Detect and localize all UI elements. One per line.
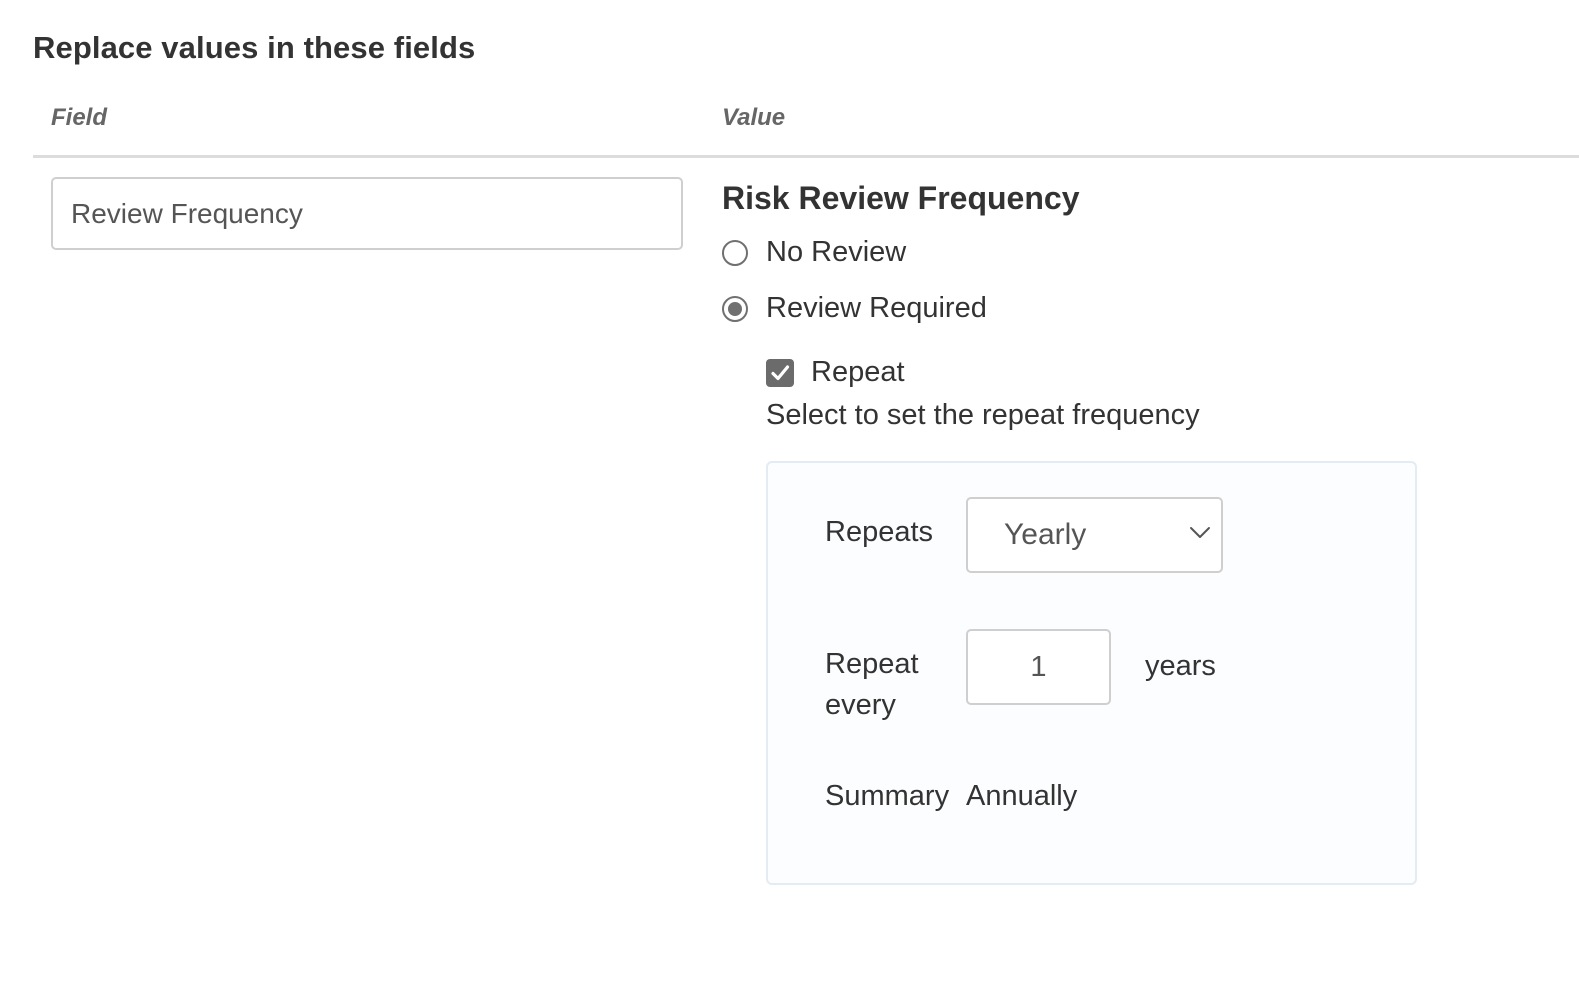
radio-button-checked[interactable]	[722, 295, 748, 322]
repeat-checkbox-row[interactable]: Repeat	[766, 356, 905, 389]
repeats-label: Repeats	[825, 516, 934, 548]
repeat-every-input[interactable]: 1	[966, 629, 1111, 705]
field-selector[interactable]: Review Frequency	[51, 177, 683, 250]
repeat-unit-label: years	[1145, 650, 1216, 682]
section-title: Replace values in these fields	[33, 30, 476, 65]
header-divider	[33, 155, 1579, 158]
column-header-field: Field	[51, 104, 108, 131]
repeat-checkbox[interactable]	[766, 358, 794, 387]
repeats-select-value: Yearly	[1004, 518, 1087, 551]
repeat-label: Repeat	[811, 356, 905, 388]
repeat-every-label: Repeat every	[825, 648, 919, 721]
radio-label: Review Required	[766, 292, 987, 324]
chevron-down-icon	[1190, 527, 1210, 538]
value-title: Risk Review Frequency	[722, 180, 1080, 216]
repeat-settings-panel: Repeats Yearly Repeat every 1 years Summ…	[766, 461, 1417, 885]
radio-label: No Review	[766, 236, 907, 268]
radio-button-unchecked[interactable]	[722, 239, 748, 266]
radio-option-no-review[interactable]: No Review	[722, 236, 906, 269]
repeat-help-text: Select to set the repeat frequency	[766, 399, 1200, 431]
checkmark-icon	[771, 364, 790, 380]
radio-option-review-required[interactable]: Review Required	[722, 292, 987, 325]
repeats-select[interactable]: Yearly	[966, 497, 1223, 573]
summary-value: Annually	[966, 780, 1078, 812]
summary-label: Summary	[825, 780, 950, 812]
column-header-value: Value	[722, 104, 786, 131]
